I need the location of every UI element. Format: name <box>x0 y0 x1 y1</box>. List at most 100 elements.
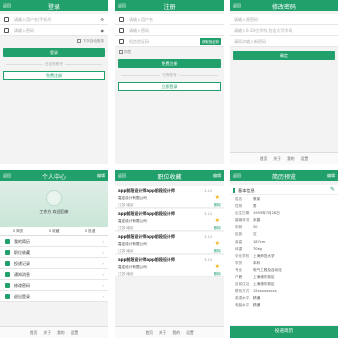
user-icon <box>119 17 124 22</box>
field-value: 电气工程及自动化 <box>253 267 282 272</box>
message-icon <box>119 39 124 44</box>
get-code-button[interactable]: 获取验证码 <box>200 38 221 45</box>
confirm-password-field[interactable]: 请再次输入新密码 <box>230 36 338 47</box>
checkbox[interactable] <box>119 50 123 54</box>
footer-link-about[interactable]: 关于 <box>273 156 281 162</box>
tab-favorites[interactable]: 0 收藏 <box>36 227 72 235</box>
pencil-icon[interactable]: ✎ <box>330 186 335 193</box>
field-label: 毕业学校 <box>235 253 250 258</box>
checkbox[interactable] <box>77 39 82 43</box>
field-value: 精通 <box>253 296 261 301</box>
footer-link-home[interactable]: 首页 <box>260 156 268 162</box>
tab-applied[interactable]: 0 投递 <box>72 227 108 235</box>
profile-banner: 工作方 欢迎回来 <box>0 181 108 227</box>
resume-field: 电脑水平 精通 <box>230 303 338 310</box>
field-value: 蔡某 <box>253 197 261 201</box>
menu-item-logout[interactable]: 退出登录 › <box>0 291 108 302</box>
delete-button[interactable]: 删除 <box>214 249 221 254</box>
edit-button[interactable]: 编辑 <box>213 173 221 179</box>
field-label: 英语水平 <box>235 296 250 301</box>
personal-center-screen: 返回 个人中心 编辑 工作方 欢迎回来 0 简历 0 收藏 0 投递 我的简历 ›… <box>0 170 108 338</box>
footer-link-settings[interactable]: 设置 <box>186 330 194 336</box>
field-label: 户籍 <box>235 275 243 280</box>
star-icon[interactable]: ★ <box>215 194 220 201</box>
field-value: 上海浦东新区 <box>253 282 275 287</box>
field-value: 男 <box>253 204 257 209</box>
page-title: 登录 <box>47 4 60 11</box>
menu-item-applied[interactable]: 投递记录 › <box>0 258 108 269</box>
edit-button[interactable]: 编辑 <box>97 173 105 179</box>
avatar[interactable] <box>46 190 62 206</box>
menu-item-password[interactable]: 修改密码 › <box>0 280 108 291</box>
login-button[interactable]: 登录 <box>3 48 105 57</box>
resume-fields: 姓名 蔡某 性别 男出生日期 1993年7月28日 婚姻状况 未婚 年龄 20 民族 汉身高 187c… <box>230 197 338 311</box>
username-field[interactable]: 请输入用户名 <box>115 14 224 25</box>
field-value: 上海浦东新区 <box>253 275 275 280</box>
field-label: 婚姻状况 <box>235 218 250 223</box>
resume-field: 姓名 蔡某 <box>230 197 338 204</box>
old-password-field[interactable]: 请输入原密码 <box>230 14 338 25</box>
menu-item-messages[interactable]: 通知消息 › <box>0 269 108 280</box>
footer-link-home[interactable]: 首页 <box>145 330 153 336</box>
footer-nav: 首页 关于 我的 设置 <box>230 152 338 164</box>
gear-icon[interactable]: ⚙ <box>100 17 104 22</box>
resume-icon <box>5 239 10 244</box>
chevron-right-icon: › <box>102 283 104 288</box>
password-field[interactable]: 请输入密码 ◉ <box>0 25 108 36</box>
field-value: 汉 <box>253 232 257 237</box>
delete-button[interactable]: 删除 <box>214 226 221 231</box>
footer-link-mine[interactable]: 我的 <box>173 330 181 336</box>
login-link-button[interactable]: 立即登录 <box>118 82 221 91</box>
footer-link-settings[interactable]: 设置 <box>71 330 79 336</box>
job-item[interactable]: app前段设计师app前段设计师 嘉定设计有限公司 江苏·南京 3-14 ★ 删… <box>115 186 224 208</box>
field-label: 民族 <box>235 232 243 237</box>
star-icon[interactable]: ★ <box>215 240 220 247</box>
delete-button[interactable]: 删除 <box>214 272 221 277</box>
footer-link-about[interactable]: 关于 <box>159 330 167 336</box>
register-button[interactable]: 免费注册 <box>3 71 105 80</box>
footer-link-home[interactable]: 首页 <box>30 330 38 336</box>
resume-field: 学历 本科 <box>230 261 338 268</box>
chevron-right-icon: › <box>102 239 104 244</box>
star-icon[interactable]: ★ <box>215 263 220 270</box>
field-label: 体重 <box>235 246 243 251</box>
footer-link-settings[interactable]: 设置 <box>301 156 309 162</box>
submit-resume-button[interactable]: 投递简历 <box>230 326 338 338</box>
footer-nav: 首页 关于 我的 设置 <box>115 326 224 338</box>
lock-icon <box>4 28 9 33</box>
confirm-button[interactable]: 确定 <box>233 51 335 60</box>
bell-icon <box>5 272 10 277</box>
star-icon[interactable]: ★ <box>215 217 220 224</box>
edit-button[interactable]: 编辑 <box>327 173 335 179</box>
job-item[interactable]: app前段设计师app前段设计师 嘉定设计有限公司 江苏·南京 3-14 ★ 删… <box>115 232 224 254</box>
field-value: 187cm <box>253 239 266 244</box>
footer-link-mine[interactable]: 我的 <box>57 330 65 336</box>
code-field[interactable]: 短信验证码 获取验证码 <box>115 36 224 47</box>
section-title: 基本信息 ✎ <box>230 185 338 195</box>
username-field[interactable]: 请输入用户名/手机号 ⚙ <box>0 14 108 25</box>
chevron-right-icon: › <box>102 272 104 277</box>
job-item[interactable]: app前段设计师app前段设计师 嘉定设计有限公司 江苏·南京 3-14 ★ 删… <box>115 209 224 231</box>
remember-login[interactable]: 下次自动登录 <box>0 36 108 44</box>
job-location: 江苏·南京 <box>118 226 134 230</box>
resume-field: 体重 70kg <box>230 247 338 254</box>
page-title: 个人中心 <box>41 174 66 181</box>
menu-item-favorites[interactable]: 职位收藏 › <box>0 247 108 258</box>
tab-resume[interactable]: 0 简历 <box>0 227 36 235</box>
register-header: 返回 注册 <box>115 0 224 11</box>
new-password-field[interactable]: 请输入6-20位字符,包含大写字母 <box>230 25 338 36</box>
delete-button[interactable]: 删除 <box>214 203 221 208</box>
footer-link-about[interactable]: 关于 <box>43 330 51 336</box>
footer-link-mine[interactable]: 我的 <box>287 156 295 162</box>
agree-terms[interactable]: 同意 <box>115 47 224 55</box>
password-field[interactable]: 请输入密码 <box>115 25 224 36</box>
register-button[interactable]: 免费注册 <box>118 59 221 68</box>
field-value: 1993年7月28日 <box>253 211 280 216</box>
center-header: 返回 个人中心 编辑 <box>0 170 108 181</box>
login-header: 返回 登录 <box>0 0 108 11</box>
job-location: 江苏·南京 <box>118 203 134 207</box>
job-item[interactable]: app前段设计师app前段设计师 嘉定设计有限公司 江苏·南京 3-14 ★ 删… <box>115 255 224 277</box>
eye-icon[interactable]: ◉ <box>101 28 105 33</box>
menu-item-resume[interactable]: 我的简历 › <box>0 236 108 247</box>
field-label: 身高 <box>235 239 243 244</box>
